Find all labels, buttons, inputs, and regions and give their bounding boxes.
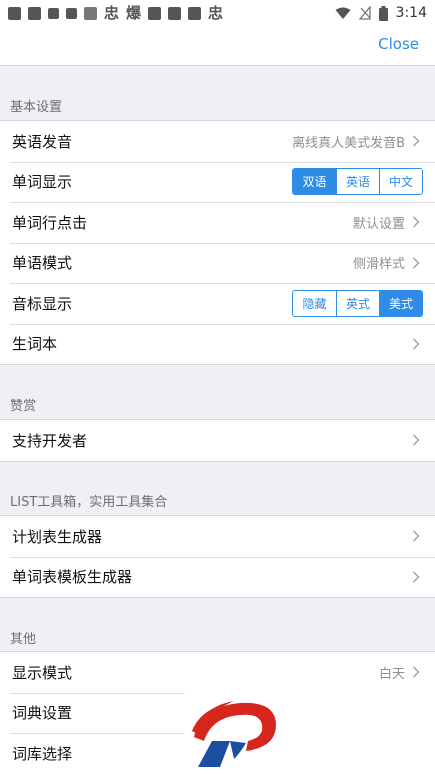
- segment-hide[interactable]: 隐藏: [293, 290, 336, 316]
- row-label: 词典设置: [12, 704, 73, 723]
- chevron-right-icon: [413, 434, 420, 446]
- chevron-right-icon: [413, 530, 420, 542]
- row-label: 生词本: [12, 335, 58, 354]
- row-label: 支持开发者: [12, 431, 88, 450]
- section-title-other: 其他: [10, 632, 37, 647]
- row-label: 单语模式: [12, 254, 73, 273]
- app-glyph: 爆: [126, 3, 142, 22]
- row-value: 侧滑样式: [352, 257, 405, 273]
- app-icon: [188, 6, 202, 20]
- navigation-bar: Close: [0, 26, 435, 66]
- notification-icon: [8, 6, 21, 20]
- section-title-basic: 基本设置: [10, 100, 63, 115]
- app-icon: [168, 6, 182, 20]
- row-label: 词库选择: [12, 744, 73, 763]
- app-icon: [28, 6, 41, 20]
- row-value: 默认设置: [352, 216, 405, 232]
- row-vocabulary-book[interactable]: 生词本: [0, 323, 435, 365]
- segment-english[interactable]: 英语: [336, 169, 379, 195]
- row-plan-generator[interactable]: 计划表生成器: [0, 516, 435, 557]
- wifi-icon: [335, 7, 351, 19]
- row-value: 离线真人美式发音B: [292, 135, 405, 151]
- battery-icon: [378, 5, 388, 21]
- segment-chinese[interactable]: 中文: [379, 169, 422, 195]
- row-label: 计划表生成器: [12, 527, 103, 546]
- row-label: 单词显示: [12, 173, 73, 192]
- app-icon: [48, 7, 59, 19]
- status-left-icons: 忠 爆 忠: [8, 3, 224, 22]
- row-label: 显示模式: [12, 663, 73, 682]
- row-label: 单词表模板生成器: [12, 568, 133, 587]
- section-title-appreciate: 赞赏: [10, 399, 37, 414]
- app-icon: [66, 7, 77, 19]
- segment-american[interactable]: 美式: [379, 290, 422, 316]
- chevron-right-icon: [413, 338, 420, 350]
- row-label: 单词行点击: [12, 213, 88, 232]
- app-glyph: 忠: [104, 3, 120, 22]
- row-pronunciation[interactable]: 英语发音 离线真人美式发音B: [0, 121, 435, 162]
- app-icon: [148, 6, 162, 20]
- phonetic-segmented-control: 隐藏 英式 美式: [292, 289, 423, 317]
- app-glyph: 忠: [208, 3, 224, 22]
- row-word-click[interactable]: 单词行点击 默认设置: [0, 202, 435, 243]
- row-value: 白天: [378, 666, 405, 682]
- row-phonetic-display: 音标显示 隐藏 英式 美式: [0, 283, 435, 324]
- row-support-developer[interactable]: 支持开发者: [0, 420, 435, 461]
- chevron-right-icon: [413, 571, 420, 583]
- word-display-segmented-control: 双语 英语 中文: [292, 168, 423, 196]
- row-wordlist-template-generator[interactable]: 单词表模板生成器: [0, 556, 435, 598]
- close-button[interactable]: Close: [378, 35, 419, 53]
- chevron-right-icon: [413, 216, 420, 228]
- segment-bilingual[interactable]: 双语: [293, 169, 336, 195]
- news-icon: [84, 6, 97, 20]
- row-monolingual-mode[interactable]: 单语模式 侧滑样式: [0, 242, 435, 284]
- watermark-logo-icon: [192, 701, 276, 767]
- row-display-mode[interactable]: 显示模式 白天: [0, 652, 435, 693]
- chevron-right-icon: [413, 257, 420, 269]
- chevron-right-icon: [413, 666, 420, 678]
- chevron-right-icon: [413, 135, 420, 147]
- row-label: 英语发音: [12, 132, 73, 151]
- status-time: 3:14: [395, 5, 427, 21]
- row-label: 音标显示: [12, 294, 73, 313]
- settings-group-basic: 英语发音 离线真人美式发音B 单词显示 双语 英语 中文 单词行点击 默认设置 …: [0, 120, 435, 365]
- row-word-display: 单词显示 双语 英语 中文: [0, 161, 435, 203]
- signal-icon: [358, 6, 371, 20]
- settings-group-tools: 计划表生成器 单词表模板生成器: [0, 515, 435, 598]
- settings-group-appreciate: 支持开发者: [0, 419, 435, 462]
- section-title-tools: LIST工具箱，实用工具集合: [10, 495, 168, 510]
- status-bar: 忠 爆 忠 3:14: [0, 0, 435, 26]
- segment-british[interactable]: 英式: [336, 290, 379, 316]
